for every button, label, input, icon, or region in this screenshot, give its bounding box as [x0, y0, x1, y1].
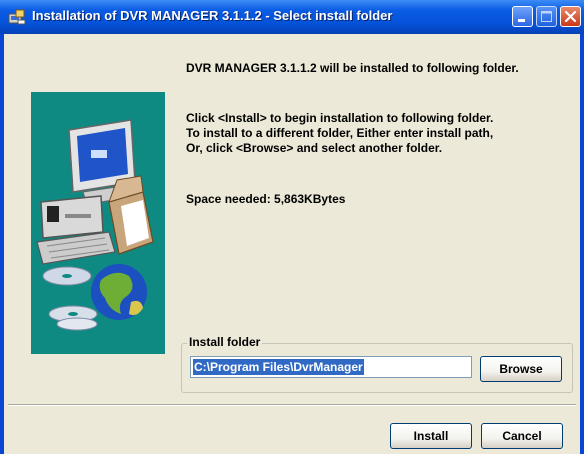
maximize-button[interactable]: [536, 6, 557, 27]
minimize-icon: [518, 19, 525, 22]
close-button[interactable]: [560, 6, 581, 27]
install-heading: DVR MANAGER 3.1.1.2 will be installed to…: [186, 61, 519, 75]
instruction-line-3: Or, click <Browse> and select another fo…: [186, 141, 443, 155]
close-icon: [564, 10, 577, 23]
instruction-line-2: To install to a different folder, Either…: [186, 126, 494, 140]
instruction-line-1: Click <Install> to begin installation to…: [186, 111, 494, 125]
install-button[interactable]: Install: [390, 423, 472, 449]
installer-icon: [8, 9, 26, 25]
dialog-body: DVR MANAGER 3.1.1.2 will be installed to…: [4, 34, 580, 454]
installer-window: Installation of DVR MANAGER 3.1.1.2 - Se…: [0, 0, 584, 454]
computer-globe-illustration: [31, 92, 165, 354]
install-folder-label: Install folder: [187, 335, 263, 349]
title-bar[interactable]: Installation of DVR MANAGER 3.1.1.2 - Se…: [0, 0, 584, 34]
space-needed-text: Space needed: 5,863KBytes: [186, 192, 346, 206]
window-title: Installation of DVR MANAGER 3.1.1.2 - Se…: [32, 8, 393, 23]
browse-button[interactable]: Browse: [480, 356, 562, 382]
install-path-field[interactable]: C:\Program Files\DvrManager: [190, 356, 472, 378]
minimize-button[interactable]: [512, 6, 533, 27]
button-separator: [8, 404, 576, 406]
install-path-value: C:\Program Files\DvrManager: [193, 359, 364, 375]
cancel-button[interactable]: Cancel: [481, 423, 563, 449]
maximize-icon: [541, 11, 552, 22]
